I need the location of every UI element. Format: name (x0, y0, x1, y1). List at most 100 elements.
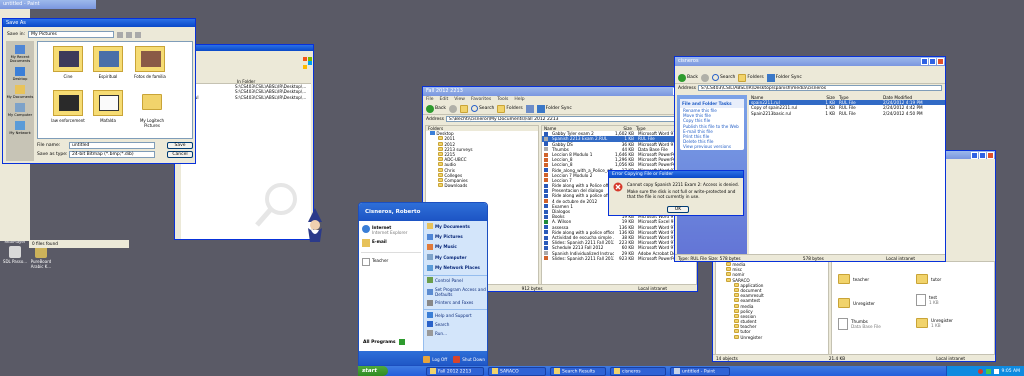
folder-sync-button[interactable]: Folder Sync (536, 104, 572, 113)
forward-button[interactable] (448, 104, 457, 113)
minimize-button[interactable] (971, 152, 978, 159)
back-button[interactable]: Back (678, 73, 698, 82)
start-teacher[interactable]: Teacher (359, 256, 423, 268)
file-icon (544, 142, 548, 147)
taskbar-item[interactable]: SARACO (488, 367, 546, 376)
address-input[interactable]: S:\CS403\CSIL\ABSL\IR\Desktop\spanish\me… (697, 85, 942, 91)
ok-button[interactable]: OK (667, 206, 689, 213)
menu-view[interactable]: View (454, 96, 465, 103)
item-unregister-folder[interactable]: Unregister (838, 298, 875, 308)
task-previous-versions[interactable]: View previous versions (680, 144, 744, 149)
start-item-my-pictures[interactable]: My Pictures (424, 231, 487, 241)
thumb-my-logitech-pictures[interactable]: My Logitech Pictures (132, 90, 172, 128)
maximize-button[interactable] (979, 152, 986, 159)
paint-status: 0 files found (29, 240, 129, 248)
savetype-label: Save as type: (37, 152, 68, 157)
menu-edit[interactable]: Edit (440, 96, 449, 103)
menu-file[interactable]: File (426, 96, 434, 103)
start-email[interactable]: E-mail (359, 237, 423, 249)
item-unregister-file[interactable]: Unregister 1 KB (916, 318, 953, 328)
start-item-my-network-places[interactable]: My Network Places (424, 263, 487, 273)
search-button[interactable]: Search (711, 74, 735, 81)
tree-item[interactable]: Unregister (716, 334, 828, 340)
folder-sync-button[interactable]: Folder Sync (766, 73, 802, 82)
address-input[interactable]: S:\Bechti\cisneror\My Documents\Fall 201… (445, 116, 694, 122)
start-left-column: Internet Internet Explorer E-mail Teacher… (359, 221, 423, 351)
up-folder-icon[interactable] (459, 104, 468, 113)
file-icon (916, 294, 926, 306)
table-row[interactable]: ntest.rulS:\CS403\CSIL\ABSL\IR\Desktop\.… (181, 95, 311, 100)
back-button[interactable]: Back (426, 104, 446, 113)
clock[interactable]: 9:05 AM (1002, 369, 1021, 374)
start-item-printers-and-faxes[interactable]: Printers and Faxes (424, 298, 487, 307)
maximize-button[interactable] (929, 58, 936, 65)
start-internet[interactable]: Internet Internet Explorer (359, 221, 423, 237)
thumb-espiritual[interactable]: Espiritual (92, 46, 124, 79)
taskbar-item[interactable]: cisneros (610, 367, 666, 376)
start-item-my-music[interactable]: My Music (424, 242, 487, 252)
close-button[interactable] (987, 152, 994, 159)
item-teacher[interactable]: teacher (838, 274, 869, 284)
search-icon (427, 321, 433, 328)
menu-help[interactable]: Help (514, 96, 524, 103)
start-item-control-panel[interactable]: Control Panel (424, 274, 487, 285)
file-icon (544, 199, 548, 204)
cell-name: Spain2213basic.rul (751, 110, 792, 116)
cancel-button[interactable]: Cancel (167, 151, 193, 158)
view-menu-icon[interactable] (135, 31, 142, 38)
item-thumbs[interactable]: Thumbs Data Base File (838, 318, 881, 330)
task-publish[interactable]: Publish this file to the Web (680, 124, 744, 129)
search-button[interactable]: Search (470, 105, 494, 112)
up-folder-icon[interactable] (117, 31, 124, 38)
wizard-assistant-icon[interactable] (302, 208, 328, 244)
start-item-help-and-support[interactable]: Help and Support (424, 309, 487, 319)
menu-favorites[interactable]: Favorites (471, 96, 491, 103)
places-recent[interactable]: My Recent Documents (6, 45, 34, 63)
views-icon[interactable] (525, 104, 534, 113)
thumb-law-enforcement[interactable]: law enforcement (48, 90, 88, 123)
file-icon (544, 168, 548, 173)
save-button[interactable]: Save (167, 142, 193, 149)
table-row[interactable]: Slides: Spanish 2211 Fall 2012 923 KB Micr… (542, 256, 696, 261)
tray-icon[interactable] (993, 368, 999, 374)
table-row[interactable]: Spain2213basic.rul 1 KB RUL File 2/24/2012 … (749, 111, 945, 116)
taskbar-item[interactable]: untitled - Paint (670, 367, 730, 376)
taskbar-item[interactable]: Fall 2012 2213 (426, 367, 484, 376)
start-item-my-computer[interactable]: My Computer (424, 252, 487, 262)
taskbar-item[interactable]: Search Results (550, 367, 606, 376)
savetype-select[interactable]: 24-bit Bitmap (*.bmp;*.dib) (69, 151, 155, 158)
shut-down-button[interactable]: Shut Down (453, 355, 485, 363)
places-my-network[interactable]: My Network (6, 121, 34, 135)
all-programs-button[interactable]: All Programs (363, 339, 405, 345)
save-in-label: Save in: (7, 32, 26, 37)
tray-icon[interactable] (977, 368, 983, 374)
filename-input[interactable]: untitled (69, 142, 155, 149)
save-in-select[interactable]: My Pictures (28, 31, 115, 38)
minimize-button[interactable] (921, 58, 928, 65)
forward-button[interactable] (700, 73, 709, 82)
places-my-computer[interactable]: My Computer (6, 103, 34, 117)
folders-button[interactable]: Folders (497, 104, 523, 113)
start-item-search[interactable]: Search (424, 320, 487, 329)
folders-button[interactable]: Folders (738, 73, 764, 82)
close-button[interactable] (937, 58, 944, 65)
new-folder-icon[interactable] (126, 31, 133, 38)
start-item-set-program-access[interactable]: Set Program Access and Defaults (424, 285, 487, 298)
tree-item[interactable]: Downloads (426, 183, 538, 188)
item-tutor[interactable]: tutor (916, 274, 941, 284)
thumb-fotos-de-familia[interactable]: Fotos de familia (132, 46, 168, 79)
places-my-documents[interactable]: My Documents (6, 85, 34, 99)
windows-logo-icon (303, 57, 313, 69)
thumb-mafalda[interactable]: Mafalda (92, 90, 124, 123)
file-icon (544, 157, 548, 162)
menu-tools[interactable]: Tools (497, 96, 508, 103)
places-desktop[interactable]: Desktop (6, 67, 34, 81)
item-test[interactable]: test 1 KB (916, 294, 939, 306)
my-network-places-icon (427, 264, 433, 271)
thumb-cine[interactable]: Cine (52, 46, 84, 79)
tray-icon[interactable] (985, 368, 991, 374)
start-button[interactable]: start (358, 366, 388, 376)
start-item-my-documents[interactable]: My Documents (424, 221, 487, 231)
log-off-button[interactable]: Log Off (423, 355, 447, 363)
start-item-run[interactable]: Run... (424, 329, 487, 338)
